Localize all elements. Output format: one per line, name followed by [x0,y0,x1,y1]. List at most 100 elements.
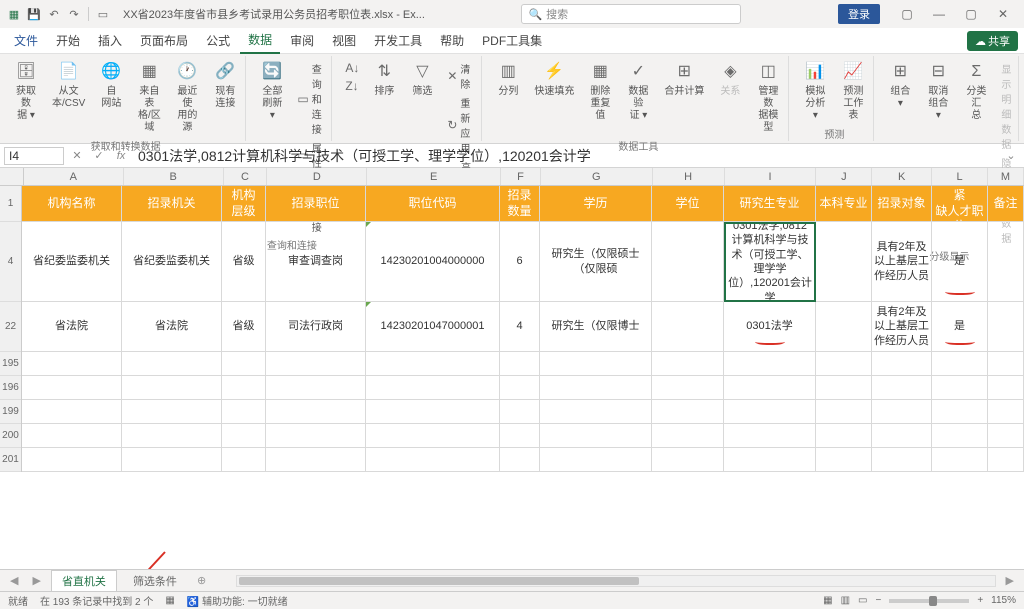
table-cell[interactable] [500,352,540,376]
table-cell[interactable] [222,352,266,376]
sort-asc-button[interactable]: A↓ [342,60,362,76]
table-cell[interactable]: 0301法学 [724,302,816,352]
table-cell[interactable] [266,352,366,376]
table-cell[interactable]: 省纪委监委机关 [22,222,122,302]
table-cell[interactable] [932,424,988,448]
table-cell[interactable] [500,376,540,400]
table-cell[interactable] [932,376,988,400]
table-cell[interactable] [872,400,932,424]
table-cell[interactable] [816,400,872,424]
table-cell[interactable] [222,376,266,400]
table-cell[interactable] [540,424,652,448]
table-cell[interactable] [266,376,366,400]
table-cell[interactable] [872,352,932,376]
show-detail-button[interactable]: 显示明细数据 [998,60,1014,152]
table-header-cell[interactable]: 研究生专业 [724,186,816,222]
table-cell[interactable] [988,352,1024,376]
namebox-input[interactable]: I4 [4,147,64,165]
table-cell[interactable] [724,424,816,448]
col-header[interactable]: H [653,168,725,185]
from-table-button[interactable]: ▦来自表 格/区域 [133,58,165,136]
table-cell[interactable] [540,352,652,376]
table-cell[interactable]: 是 [932,302,988,352]
relations-button[interactable]: ◈关系 [714,58,746,100]
table-header-cell[interactable]: 是否党政紧 缺人才职位 [932,186,988,222]
table-cell[interactable] [500,448,540,472]
scroll-right-icon[interactable]: ▶ [1002,574,1018,587]
table-cell[interactable]: 省级 [222,222,266,302]
undo-icon[interactable]: ↶ [46,6,62,22]
table-cell[interactable]: 具有2年及以上基层工作经历人员 [872,222,932,302]
sheet-next-icon[interactable]: ▶ [28,574,44,587]
table-cell[interactable] [932,352,988,376]
table-header-cell[interactable]: 招录对象 [872,186,932,222]
row-header[interactable]: 4 [0,222,21,302]
fb-enter-icon[interactable]: ✓ [90,149,108,162]
table-cell[interactable] [500,424,540,448]
table-cell[interactable]: 研究生（仅限硕士（仅限硕 [540,222,652,302]
existing-conn-button[interactable]: 🔗现有 连接 [209,58,241,112]
table-cell[interactable] [652,352,724,376]
table-cell[interactable] [652,376,724,400]
sheet-tab-filter[interactable]: 筛选条件 [123,571,187,591]
ungroup-button[interactable]: ⊟取消组合 ▾ [922,58,954,124]
flash-fill-button[interactable]: ⚡快速填充 [530,58,578,100]
zoom-value[interactable]: 115% [991,595,1016,606]
table-cell[interactable]: 研究生（仅限博士 [540,302,652,352]
consolidate-button[interactable]: ⊞合并计算 [660,58,708,100]
table-cell[interactable]: 14230201047000001 [366,302,500,352]
table-cell[interactable] [652,222,724,302]
row-header[interactable]: 1 [0,186,21,222]
table-cell[interactable]: 司法行政岗 [266,302,366,352]
ribbon-opts-icon[interactable]: ▢ [892,4,922,24]
table-cell[interactable] [988,400,1024,424]
table-cell[interactable] [366,400,500,424]
table-header-cell[interactable]: 学历 [540,186,652,222]
sort-button[interactable]: ⇅排序 [368,58,400,100]
table-cell[interactable] [988,222,1024,302]
minimize-icon[interactable]: — [924,4,954,24]
filter-button[interactable]: ▽筛选 [406,58,438,100]
table-cell[interactable] [540,376,652,400]
tab-home[interactable]: 开始 [48,28,88,53]
table-cell[interactable]: 省级 [222,302,266,352]
table-cell[interactable] [652,448,724,472]
col-header[interactable]: L [932,168,988,185]
get-data-button[interactable]: 🗄获取数 据 ▾ [10,58,42,124]
table-cell[interactable] [266,424,366,448]
from-web-button[interactable]: 🌐自 网站 [95,58,127,112]
maximize-icon[interactable]: ▢ [956,4,986,24]
col-header[interactable]: B [124,168,224,185]
status-stats-icon[interactable]: ▦ [165,595,174,606]
tab-data[interactable]: 数据 [240,27,280,54]
table-cell[interactable] [724,400,816,424]
table-cell[interactable] [988,302,1024,352]
tab-review[interactable]: 审阅 [282,28,322,53]
table-cell[interactable] [366,376,500,400]
table-cell[interactable] [872,424,932,448]
col-header[interactable]: I [725,168,817,185]
text-to-col-button[interactable]: ▥分列 [492,58,524,100]
table-cell[interactable]: 省纪委监委机关 [122,222,222,302]
search-input[interactable]: 🔍 搜索 [521,4,741,24]
table-header-cell[interactable]: 备注 [988,186,1024,222]
table-cell[interactable]: 14230201004000000 [366,222,500,302]
table-header-cell[interactable]: 招录职位 [266,186,366,222]
table-header-cell[interactable]: 招录机关 [122,186,222,222]
remove-dup-button[interactable]: ▦删除 重复值 [584,58,616,124]
table-cell[interactable] [266,400,366,424]
table-cell[interactable] [540,400,652,424]
table-cell[interactable] [988,376,1024,400]
table-cell[interactable] [724,352,816,376]
table-cell[interactable] [724,376,816,400]
col-header[interactable]: D [267,168,367,185]
col-header[interactable]: F [501,168,541,185]
tab-formula[interactable]: 公式 [198,28,238,53]
row-header[interactable]: 199 [0,400,21,424]
table-cell[interactable] [22,448,122,472]
sheet-tab-active[interactable]: 省直机关 [51,570,117,591]
tab-help[interactable]: 帮助 [432,28,472,53]
col-header[interactable]: J [816,168,872,185]
sheet-add-icon[interactable]: ⊕ [193,574,210,587]
table-cell[interactable] [932,448,988,472]
